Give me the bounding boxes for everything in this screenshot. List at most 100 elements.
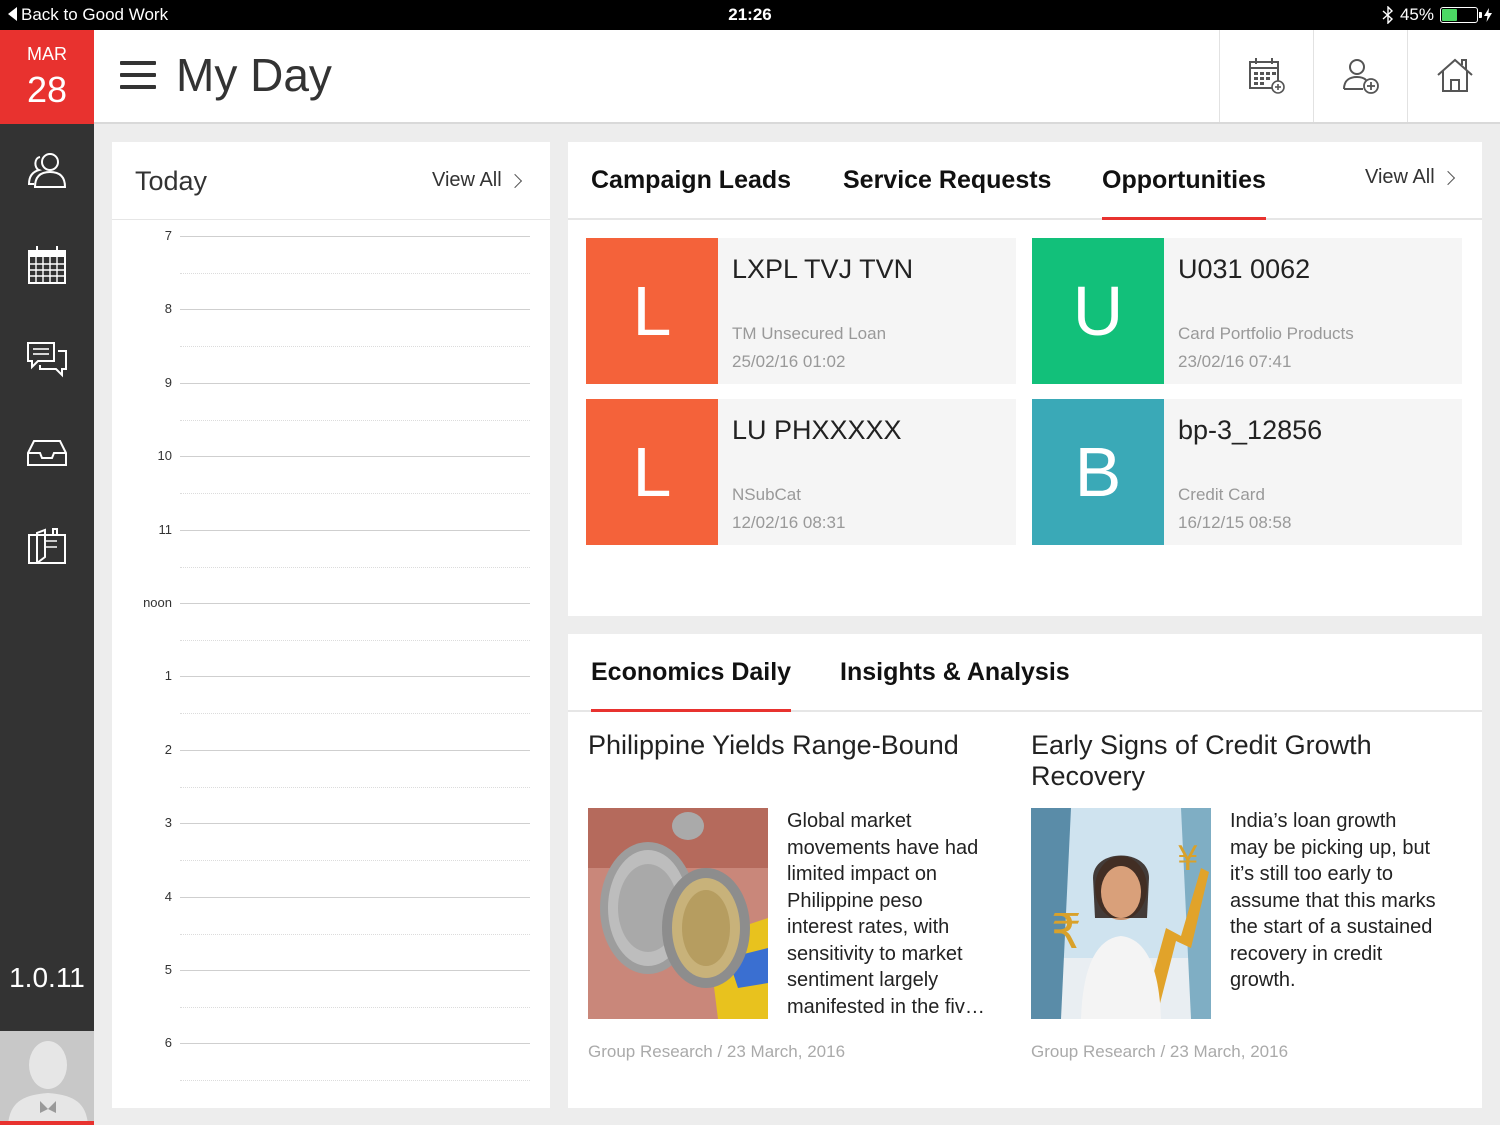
article-image-growth: ₹ ¥ <box>1031 808 1211 1019</box>
summary-line: Global market <box>787 810 912 832</box>
app-header: My Day <box>94 30 1500 124</box>
article-image-coins <box>588 808 768 1019</box>
opportunity-card[interactable]: B bp-3_12856 Credit Card 16/12/15 08:58 <box>1032 399 1462 545</box>
summary-line: the start of a sustained <box>1230 916 1433 938</box>
hour-label: 7 <box>164 228 172 243</box>
hour-row[interactable]: 4 <box>112 889 550 970</box>
sidebar-item-inbox[interactable] <box>0 406 94 500</box>
hour-row[interactable]: 8 <box>112 301 550 382</box>
leads-view-all-link[interactable]: View All <box>1365 166 1455 189</box>
menu-icon[interactable] <box>120 61 156 89</box>
hour-row[interactable]: 3 <box>112 815 550 896</box>
card-name: LU PHXXXXX <box>732 415 902 445</box>
view-all-label: View All <box>432 169 502 191</box>
today-header: Today View All <box>112 142 550 220</box>
card-name: U031 0062 <box>1178 254 1311 284</box>
tab-campaign-leads[interactable]: Campaign Leads <box>591 166 791 195</box>
summary-line: growth. <box>1230 969 1296 991</box>
article-card[interactable]: Philippine Yields Range-Bound Global mar… <box>568 730 998 1090</box>
article-summary: India’s loan growth may be picking up, b… <box>1230 808 1445 994</box>
article-title: Philippine Yields Range-Bound <box>588 730 959 760</box>
hour-row[interactable]: 2 <box>112 742 550 823</box>
chat-bubbles-icon <box>27 342 67 378</box>
sidebar-item-library[interactable] <box>0 500 94 594</box>
opportunity-card[interactable]: L LXPL TVJ TVN TM Unsecured Loan 25/02/1… <box>586 238 1016 384</box>
today-schedule-panel: Today View All 7 8 9 10 11 noon 1 2 3 4 5 6 <box>112 142 550 1108</box>
card-initial-badge: L <box>586 238 718 384</box>
article-summary: Global market movements have had limited… <box>787 808 1002 1020</box>
half-hour-divider <box>180 786 530 788</box>
hour-row[interactable]: 7 <box>112 228 550 309</box>
card-timestamp: 16/12/15 08:58 <box>1178 513 1292 532</box>
chevron-right-icon <box>1440 170 1455 185</box>
hour-divider <box>180 896 530 898</box>
user-avatar[interactable] <box>0 1031 94 1125</box>
card-timestamp: 23/02/16 07:41 <box>1178 352 1292 371</box>
inbox-tray-icon <box>27 440 67 466</box>
tab-service-requests[interactable]: Service Requests <box>843 166 1051 195</box>
status-time: 21:26 <box>728 5 772 24</box>
calendar-add-icon <box>1248 58 1285 94</box>
hour-label: 6 <box>164 1035 172 1051</box>
half-hour-divider <box>180 566 530 568</box>
add-person-icon <box>1342 59 1379 94</box>
hour-row[interactable]: 9 <box>112 375 550 456</box>
tab-insights-analysis[interactable]: Insights & Analysis <box>840 658 1070 687</box>
tab-economics-daily[interactable]: Economics Daily <box>591 658 792 712</box>
research-tab-bar: Economics Daily Insights & Analysis <box>568 634 1482 712</box>
hour-row[interactable]: 10 <box>112 448 550 529</box>
library-book-icon <box>28 528 66 564</box>
hour-row[interactable]: 11 <box>112 522 550 603</box>
bluetooth-icon <box>1382 6 1393 24</box>
card-name: bp-3_12856 <box>1178 415 1323 445</box>
summary-line: India’s loan growth <box>1230 810 1397 832</box>
date-day: 28 <box>26 69 68 110</box>
summary-line: limited impact on <box>787 863 938 885</box>
card-timestamp: 25/02/16 01:02 <box>732 352 846 371</box>
sidebar-item-calendar[interactable] <box>0 218 94 312</box>
article-card[interactable]: Early Signs of Credit Growth Recovery ₹ … <box>1011 730 1441 1090</box>
hour-row[interactable]: 6 <box>112 1035 550 1116</box>
hour-row[interactable]: noon <box>112 595 550 676</box>
battery-icon <box>1440 7 1482 23</box>
half-hour-divider <box>180 933 530 935</box>
card-product: NSubCat <box>732 485 801 504</box>
hour-row[interactable]: 5 <box>112 962 550 1043</box>
half-hour-divider <box>180 1080 530 1082</box>
opportunity-card[interactable]: L LU PHXXXXX NSubCat 12/02/16 08:31 <box>586 399 1016 545</box>
hour-label: 10 <box>157 448 172 464</box>
opportunity-card[interactable]: U U031 0062 Card Portfolio Products 23/0… <box>1032 238 1462 384</box>
today-view-all-link[interactable]: View All <box>432 169 522 192</box>
summary-line: Philippine peso <box>787 889 923 912</box>
hour-label: noon <box>143 595 172 610</box>
leads-tab-bar: Campaign Leads Service Requests Opportun… <box>568 142 1482 220</box>
sidebar: 1.0.11 <box>0 124 94 1125</box>
half-hour-divider <box>180 1007 530 1008</box>
half-hour-divider <box>180 860 530 862</box>
hour-divider <box>180 603 530 604</box>
hour-row[interactable]: 1 <box>112 668 550 749</box>
home-button[interactable] <box>1407 30 1500 122</box>
date-month: MAR <box>27 44 67 64</box>
add-appointment-button[interactable] <box>1219 30 1313 122</box>
status-bar: Back to Good Work 21:26 45% <box>0 0 1500 30</box>
hour-divider <box>180 1043 530 1045</box>
card-initial-badge: B <box>1032 399 1164 545</box>
summary-line: it’s still too early to <box>1230 863 1394 885</box>
add-contact-button[interactable] <box>1313 30 1407 122</box>
hour-divider <box>180 309 530 311</box>
sidebar-item-messages[interactable] <box>0 312 94 406</box>
charging-bolt-icon <box>1484 8 1492 22</box>
tab-opportunities[interactable]: Opportunities <box>1102 166 1266 220</box>
article-source-date: Group Research / 23 March, 2016 <box>588 1042 846 1061</box>
contacts-icon <box>27 153 67 188</box>
hour-divider <box>180 749 530 751</box>
app-version: 1.0.11 <box>9 962 85 993</box>
current-date-badge: MAR 28 <box>0 30 94 124</box>
half-hour-divider <box>180 346 530 348</box>
sidebar-item-contacts[interactable] <box>0 124 94 218</box>
hour-label: 9 <box>164 374 172 390</box>
summary-line: recovery in credit <box>1230 942 1383 965</box>
research-panel: Economics Daily Insights & Analysis Phil… <box>568 634 1482 1108</box>
hour-label: 3 <box>164 815 172 831</box>
